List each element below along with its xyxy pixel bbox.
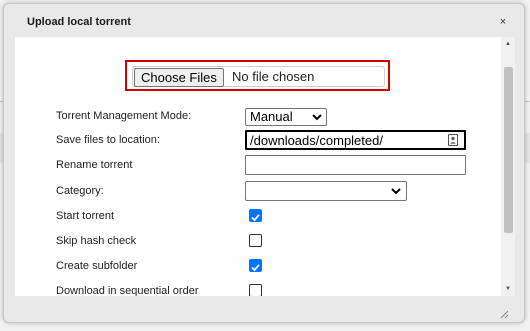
choose-files-button[interactable]: Choose Files	[134, 68, 224, 87]
scroll-thumb[interactable]	[504, 67, 513, 233]
start-torrent-label: Start torrent	[56, 210, 115, 222]
create-subfolder-label: Create subfolder	[56, 260, 138, 272]
skip-hash-label: Skip hash check	[56, 235, 137, 247]
close-icon[interactable]: ×	[497, 16, 509, 28]
resize-grip-icon[interactable]	[499, 306, 509, 319]
management-mode-value: Manual	[250, 109, 293, 124]
save-location-input[interactable]: /downloads/completed/	[245, 130, 466, 150]
file-input[interactable]: Choose Files No file chosen	[132, 66, 385, 87]
dialog-title: Upload local torrent	[27, 16, 131, 28]
file-picker-highlight: Choose Files No file chosen	[125, 60, 390, 91]
category-select[interactable]	[245, 181, 407, 201]
scroll-down-arrow-icon[interactable]: ▼	[501, 282, 515, 296]
management-mode-label: Torrent Management Mode:	[56, 110, 192, 122]
vertical-scrollbar[interactable]: ▲ ▼	[501, 37, 515, 296]
management-mode-select[interactable]: Manual	[245, 108, 327, 126]
contact-card-icon[interactable]	[448, 134, 458, 146]
dialog-content: Choose Files No file chosen Torrent Mana…	[15, 37, 501, 296]
create-subfolder-checkbox[interactable]	[249, 259, 262, 272]
chevron-down-icon	[312, 109, 322, 131]
dialog-footer	[15, 296, 515, 322]
sequential-order-checkbox[interactable]	[249, 284, 262, 296]
upload-torrent-dialog: Upload local torrent × Choose Files No f…	[3, 3, 525, 323]
dialog-titlebar[interactable]: Upload local torrent ×	[4, 4, 524, 38]
file-status-text: No file chosen	[232, 69, 315, 84]
rename-label: Rename torrent	[56, 159, 133, 171]
save-location-value: /downloads/completed/	[250, 133, 383, 148]
scroll-up-arrow-icon[interactable]: ▲	[501, 37, 515, 51]
checkmark-icon	[251, 264, 260, 272]
chevron-down-icon	[391, 183, 401, 205]
sequential-order-label: Download in sequential order	[56, 285, 199, 296]
save-location-label: Save files to location:	[56, 134, 160, 146]
checkmark-icon	[251, 214, 260, 222]
rename-input[interactable]	[245, 155, 466, 175]
start-torrent-checkbox[interactable]	[249, 209, 262, 222]
category-label: Category:	[56, 185, 104, 197]
skip-hash-checkbox[interactable]	[249, 234, 262, 247]
